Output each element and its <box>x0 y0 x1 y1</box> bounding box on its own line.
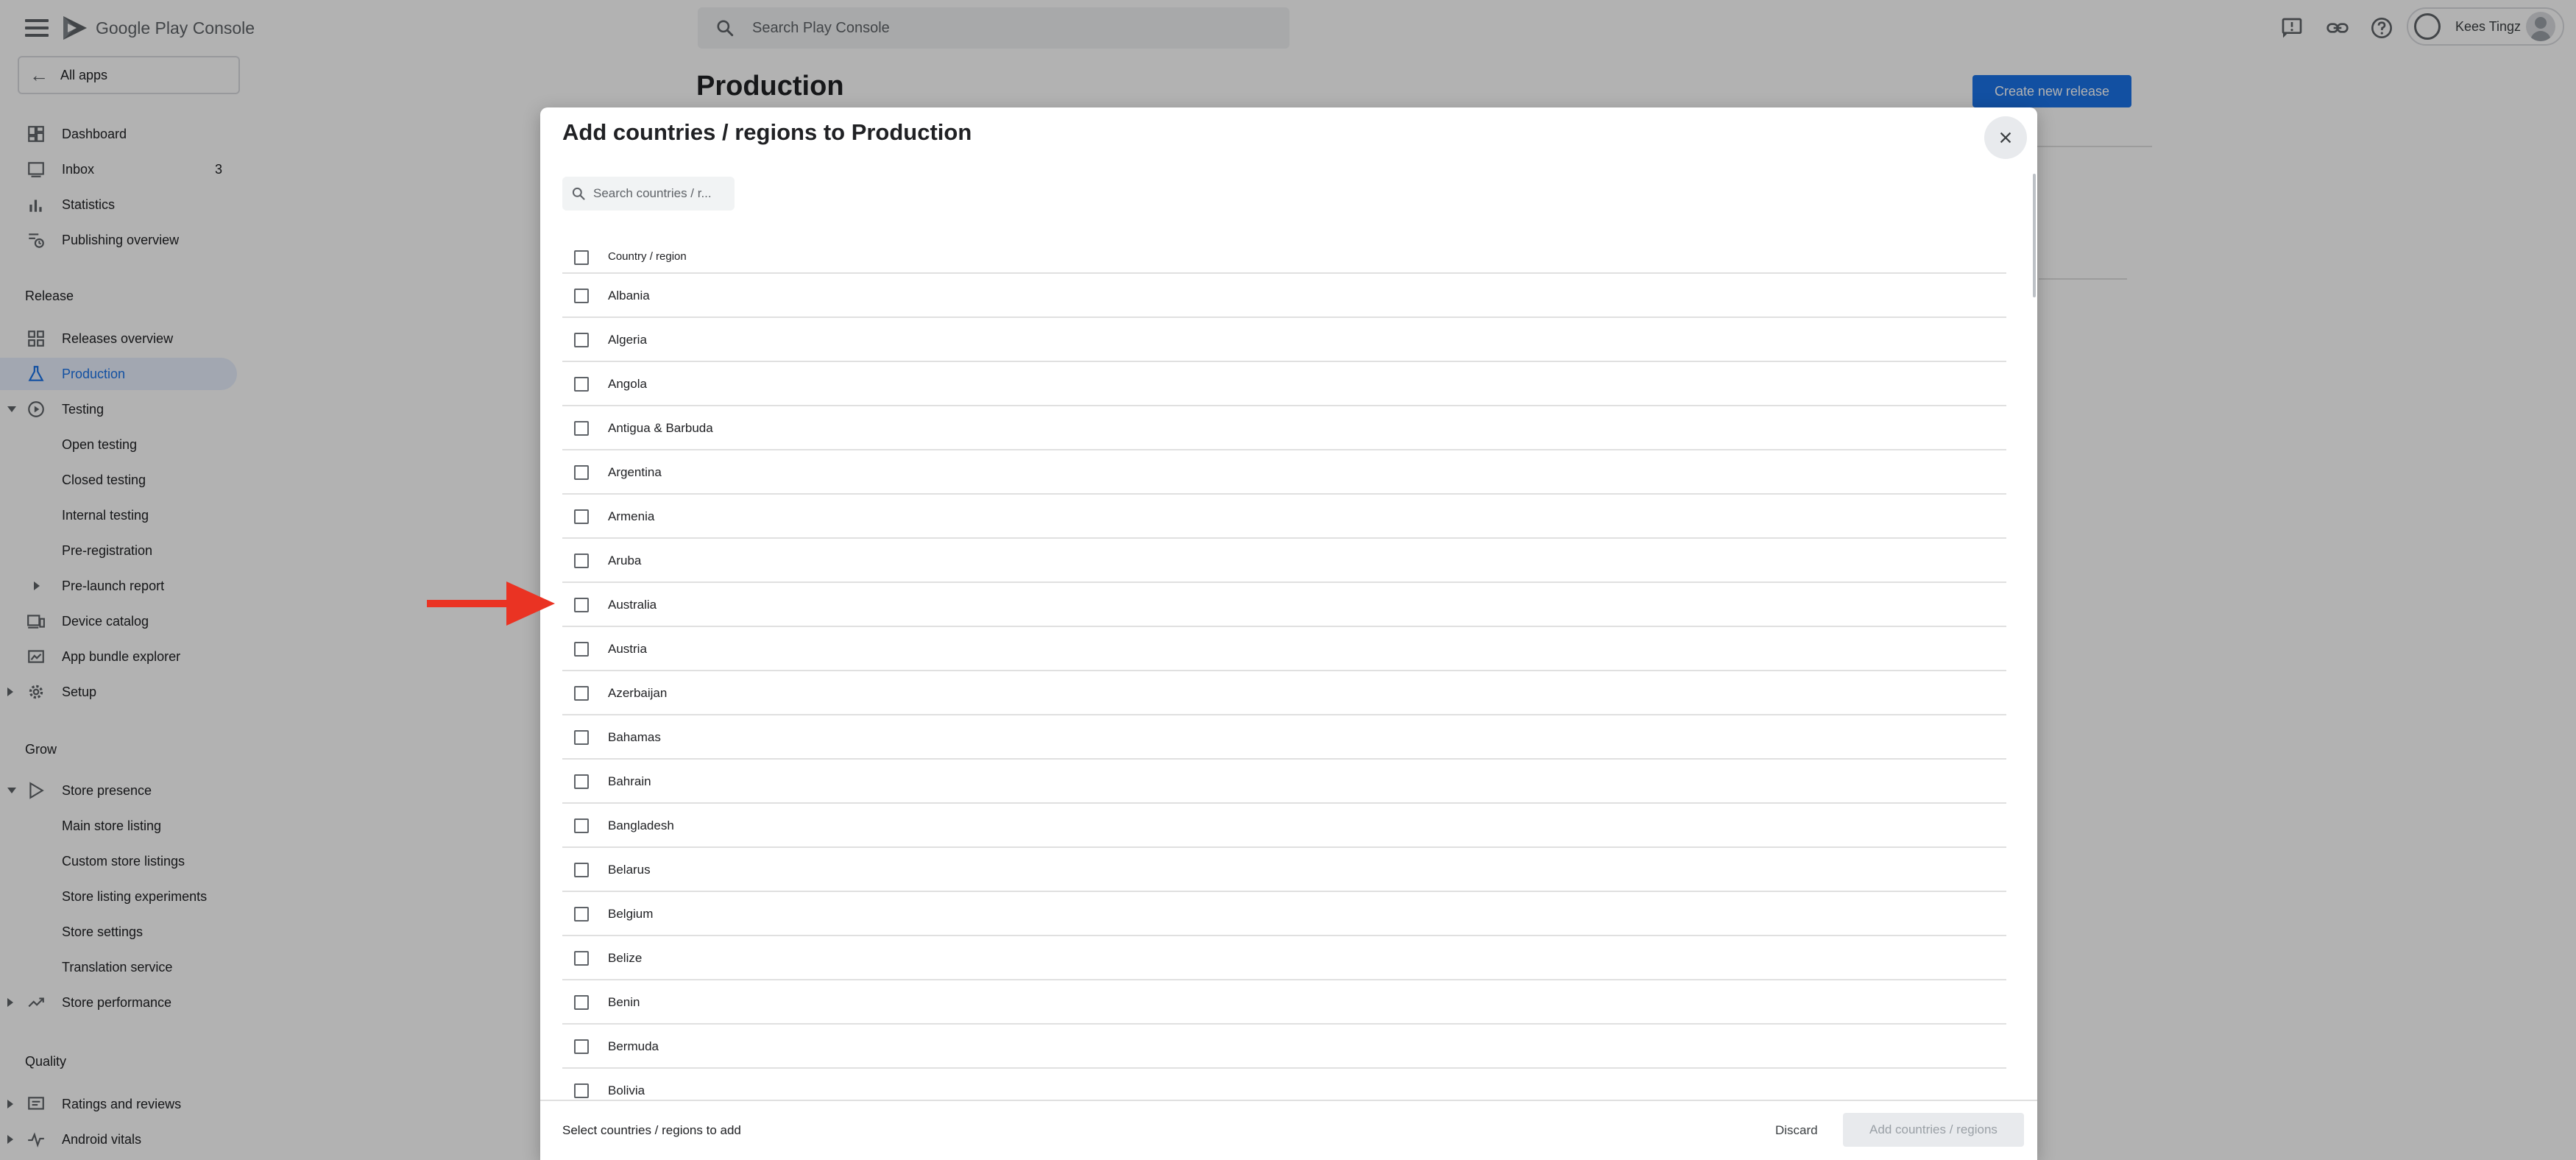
row-checkbox[interactable] <box>574 1083 589 1098</box>
country-name: Aruba <box>608 554 642 567</box>
row-checkbox[interactable] <box>574 995 589 1010</box>
row-checkbox[interactable] <box>574 642 589 657</box>
close-icon <box>2000 132 2011 144</box>
close-button[interactable] <box>1984 116 2027 159</box>
add-countries-dialog: Add countries / regions to Production Co… <box>540 107 2037 1160</box>
country-name: Belize <box>608 951 643 965</box>
table-row[interactable]: Belarus <box>562 848 2006 892</box>
table-row[interactable]: Antigua & Barbuda <box>562 406 2006 450</box>
select-all-checkbox[interactable] <box>574 250 589 265</box>
country-name: Bolivia <box>608 1083 645 1097</box>
country-name: Armenia <box>608 509 655 523</box>
row-checkbox[interactable] <box>574 465 589 480</box>
row-checkbox[interactable] <box>574 377 589 392</box>
table-row[interactable]: Angola <box>562 362 2006 406</box>
table-row[interactable]: Austria <box>562 627 2006 671</box>
row-checkbox[interactable] <box>574 863 589 877</box>
row-checkbox[interactable] <box>574 818 589 833</box>
table-row[interactable]: Armenia <box>562 495 2006 539</box>
search-icon <box>572 187 585 200</box>
country-name: Bahrain <box>608 774 651 788</box>
country-search-field[interactable] <box>562 177 735 211</box>
country-name: Austria <box>608 642 647 656</box>
country-name: Antigua & Barbuda <box>608 421 713 435</box>
country-name: Bahamas <box>608 730 661 744</box>
table-row[interactable]: Aruba <box>562 539 2006 583</box>
row-checkbox[interactable] <box>574 1039 589 1054</box>
country-name: Belgium <box>608 907 654 921</box>
row-checkbox[interactable] <box>574 686 589 701</box>
selection-hint: Select countries / regions to add <box>562 1123 741 1137</box>
column-header-country-region: Country / region <box>608 250 687 263</box>
table-row[interactable]: Belgium <box>562 892 2006 936</box>
country-name: Benin <box>608 995 640 1009</box>
add-countries-button[interactable]: Add countries / regions <box>1843 1113 2024 1147</box>
row-checkbox[interactable] <box>574 907 589 922</box>
table-row[interactable]: Belize <box>562 936 2006 980</box>
country-name: Belarus <box>608 863 651 877</box>
country-name: Albania <box>608 289 650 303</box>
row-checkbox[interactable] <box>574 730 589 745</box>
table-row[interactable]: Bahrain <box>562 760 2006 804</box>
row-checkbox[interactable] <box>574 598 589 612</box>
row-checkbox[interactable] <box>574 333 589 347</box>
table-row[interactable]: Australia <box>562 583 2006 627</box>
row-checkbox[interactable] <box>574 509 589 524</box>
dialog-title: Add countries / regions to Production <box>562 119 972 145</box>
row-checkbox[interactable] <box>574 554 589 568</box>
table-row[interactable]: Bahamas <box>562 715 2006 760</box>
country-name: Argentina <box>608 465 662 479</box>
row-checkbox[interactable] <box>574 774 589 789</box>
table-row[interactable]: Bangladesh <box>562 804 2006 848</box>
row-checkbox[interactable] <box>574 289 589 303</box>
country-name: Algeria <box>608 333 647 347</box>
annotation-arrow-icon <box>427 581 555 626</box>
country-search-input[interactable] <box>593 186 733 201</box>
table-row[interactable]: Albania <box>562 274 2006 318</box>
discard-button[interactable]: Discard <box>1771 1116 1822 1145</box>
country-name: Bangladesh <box>608 818 674 832</box>
table-row[interactable]: Benin <box>562 980 2006 1025</box>
country-name: Azerbaijan <box>608 686 668 700</box>
table-row[interactable]: Argentina <box>562 450 2006 495</box>
table-row[interactable]: Bermuda <box>562 1025 2006 1069</box>
row-checkbox[interactable] <box>574 421 589 436</box>
table-row[interactable]: Algeria <box>562 318 2006 362</box>
country-name: Bermuda <box>608 1039 659 1053</box>
dialog-footer: Select countries / regions to add Discar… <box>540 1100 2037 1160</box>
country-name: Australia <box>608 598 657 612</box>
scrollbar[interactable] <box>2033 174 2036 297</box>
table-header: Country / region <box>562 241 2006 274</box>
table-row[interactable]: Azerbaijan <box>562 671 2006 715</box>
country-name: Angola <box>608 377 647 391</box>
row-checkbox[interactable] <box>574 951 589 966</box>
